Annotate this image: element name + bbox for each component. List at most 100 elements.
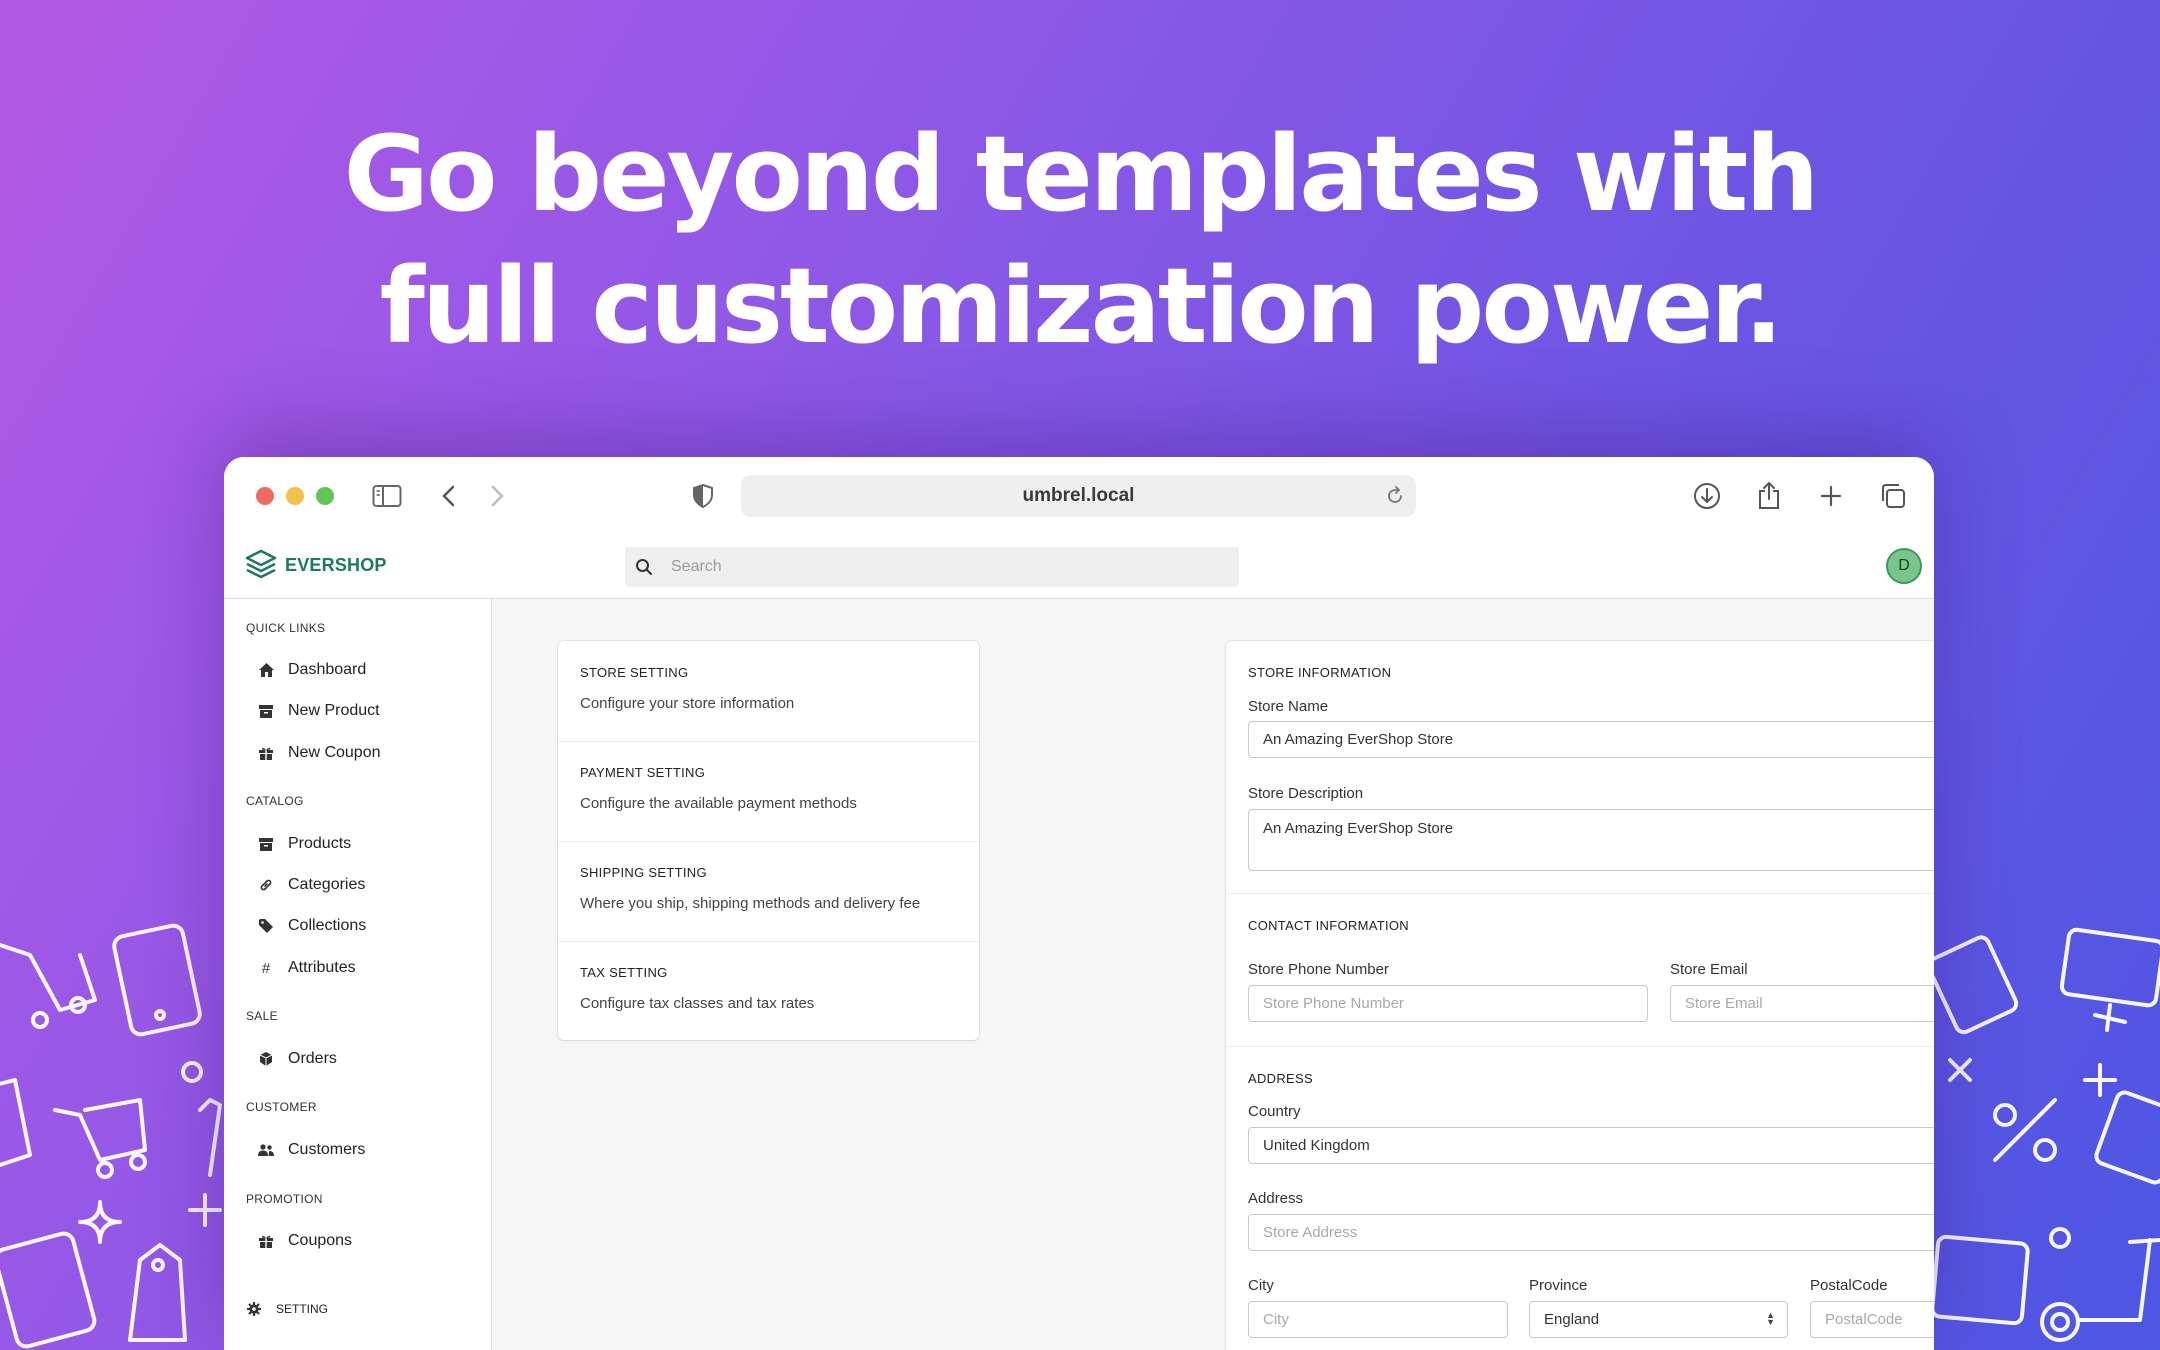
postal-code-input[interactable] (1810, 1301, 1934, 1338)
tab-overview-icon[interactable] (1876, 479, 1910, 513)
browser-toolbar: umbrel.local (224, 457, 1934, 539)
sidebar-item-label: Attributes (288, 959, 356, 976)
sidebar-item-orders[interactable]: Orders (258, 1050, 337, 1068)
search-input[interactable] (669, 557, 1213, 577)
store-settings-form: STORE INFORMATION Store Name Store Descr… (1226, 641, 1934, 1350)
address-title: ADDRESS (1248, 1071, 1313, 1086)
search-box[interactable] (625, 547, 1239, 587)
settings-item-title: PAYMENT SETTING (580, 765, 706, 780)
evershop-logo-icon (245, 549, 277, 579)
section-title-customer: CUSTOMER (246, 1100, 317, 1114)
sidebar-item-attributes[interactable]: # Attributes (258, 959, 356, 977)
users-icon (258, 1142, 274, 1158)
settings-item-desc: Where you ship, shipping methods and del… (580, 895, 921, 912)
province-select[interactable]: England ▲ ▼ (1529, 1301, 1788, 1338)
settings-item-shipping[interactable]: SHIPPING SETTING Where you ship, shippin… (558, 841, 979, 942)
sidebar-item-new-product[interactable]: New Product (258, 702, 380, 720)
country-value: United Kingdom (1263, 1137, 1370, 1154)
home-icon (258, 662, 274, 678)
sidebar: QUICK LINKS Dashboard New Product New Co… (224, 599, 492, 1350)
province-value: England (1544, 1311, 1600, 1328)
share-icon[interactable] (1752, 479, 1786, 513)
close-window-button[interactable] (256, 487, 274, 505)
zoom-window-button[interactable] (316, 487, 334, 505)
sidebar-item-collections[interactable]: Collections (258, 917, 366, 935)
sidebar-item-label: Coupons (288, 1232, 353, 1249)
link-icon (258, 877, 274, 893)
settings-item-title: TAX SETTING (580, 965, 668, 980)
archive-icon (258, 836, 274, 852)
search-icon (635, 558, 653, 576)
store-name-label: Store Name (1248, 698, 1329, 715)
store-phone-label: Store Phone Number (1248, 961, 1389, 978)
headline-line-1: Go beyond templates with (343, 113, 1820, 235)
store-phone-input[interactable] (1248, 985, 1648, 1022)
address-bar[interactable]: umbrel.local (741, 475, 1416, 517)
sidebar-item-products[interactable]: Products (258, 835, 351, 853)
store-information-title: STORE INFORMATION (1248, 665, 1392, 680)
section-divider (1226, 893, 1934, 894)
gift-icon (258, 745, 274, 761)
logo-text: EVERSHOP (285, 554, 387, 575)
address-input[interactable] (1248, 1214, 1934, 1251)
minimize-window-button[interactable] (286, 487, 304, 505)
section-title-quick-links: QUICK LINKS (246, 621, 326, 635)
avatar[interactable]: D (1886, 548, 1922, 584)
store-name-input[interactable] (1248, 721, 1934, 758)
sidebar-item-label: Orders (288, 1050, 337, 1067)
download-icon[interactable] (1690, 479, 1724, 513)
select-arrows-icon: ▲ ▼ (1766, 1310, 1775, 1327)
sidebar-item-categories[interactable]: Categories (258, 876, 365, 894)
settings-item-desc: Configure your store information (580, 695, 795, 712)
sidebar-item-label: Categories (288, 876, 366, 893)
settings-item-tax[interactable]: TAX SETTING Configure tax classes and ta… (558, 941, 979, 1040)
new-tab-icon[interactable] (1814, 479, 1848, 513)
country-label: Country (1248, 1103, 1301, 1120)
hero-headline: Go beyond templates with full customizat… (0, 108, 2160, 372)
province-label: Province (1529, 1277, 1588, 1294)
browser-window: umbrel.local EVERSHOP Search D QUICK LIN… (224, 457, 1934, 1350)
sidebar-item-new-coupon[interactable]: New Coupon (258, 744, 381, 762)
section-title-catalog: CATALOG (246, 794, 304, 808)
sidebar-item-coupons[interactable]: Coupons (258, 1232, 352, 1250)
main-content: STORE SETTING Configure your store infor… (492, 599, 1934, 1350)
back-icon[interactable] (432, 479, 466, 513)
gift-icon (258, 1233, 274, 1249)
settings-item-payment[interactable]: PAYMENT SETTING Configure the available … (558, 741, 979, 842)
hash-icon: # (261, 959, 271, 977)
headline-line-2: full customization power. (379, 245, 1784, 367)
contact-information-title: CONTACT INFORMATION (1248, 918, 1409, 933)
address-label: Address (1248, 1190, 1304, 1207)
section-divider (1226, 1046, 1934, 1047)
store-email-input[interactable] (1670, 985, 1934, 1022)
sidebar-item-setting[interactable]: SETTING (246, 1301, 328, 1317)
settings-item-title: SHIPPING SETTING (580, 865, 707, 880)
evershop-logo[interactable]: EVERSHOP (245, 549, 387, 581)
settings-item-desc: Configure tax classes and tax rates (580, 995, 815, 1012)
section-title-sale: SALE (246, 1009, 278, 1023)
reload-icon[interactable] (1384, 485, 1406, 513)
store-description-input[interactable]: An Amazing EverShop Store (1248, 809, 1934, 871)
city-input[interactable] (1248, 1301, 1508, 1338)
sidebar-item-customers[interactable]: Customers (258, 1141, 365, 1159)
sidebar-item-label: Products (288, 835, 352, 852)
sidebar-item-label: New Coupon (288, 744, 381, 761)
privacy-shield-icon[interactable] (686, 479, 720, 513)
sidebar-item-label: Collections (288, 917, 367, 934)
settings-item-title: STORE SETTING (580, 665, 689, 680)
store-email-label: Store Email (1670, 961, 1748, 978)
url-text: umbrel.local (1022, 485, 1135, 506)
sidebar-item-dashboard[interactable]: Dashboard (258, 661, 366, 679)
settings-item-desc: Configure the available payment methods (580, 795, 857, 812)
sidebar-toggle-icon[interactable] (370, 479, 404, 513)
country-select[interactable]: United Kingdom ▲▼ (1248, 1127, 1934, 1164)
store-description-label: Store Description (1248, 785, 1364, 802)
cube-icon (258, 1051, 274, 1067)
settings-menu-card: STORE SETTING Configure your store infor… (558, 641, 979, 1040)
settings-item-store[interactable]: STORE SETTING Configure your store infor… (558, 641, 979, 742)
sidebar-item-label: Dashboard (288, 661, 367, 678)
city-label: City (1248, 1277, 1274, 1294)
forward-icon[interactable] (480, 479, 514, 513)
section-title-promotion: PROMOTION (246, 1192, 323, 1206)
sidebar-item-label: SETTING (276, 1302, 329, 1316)
